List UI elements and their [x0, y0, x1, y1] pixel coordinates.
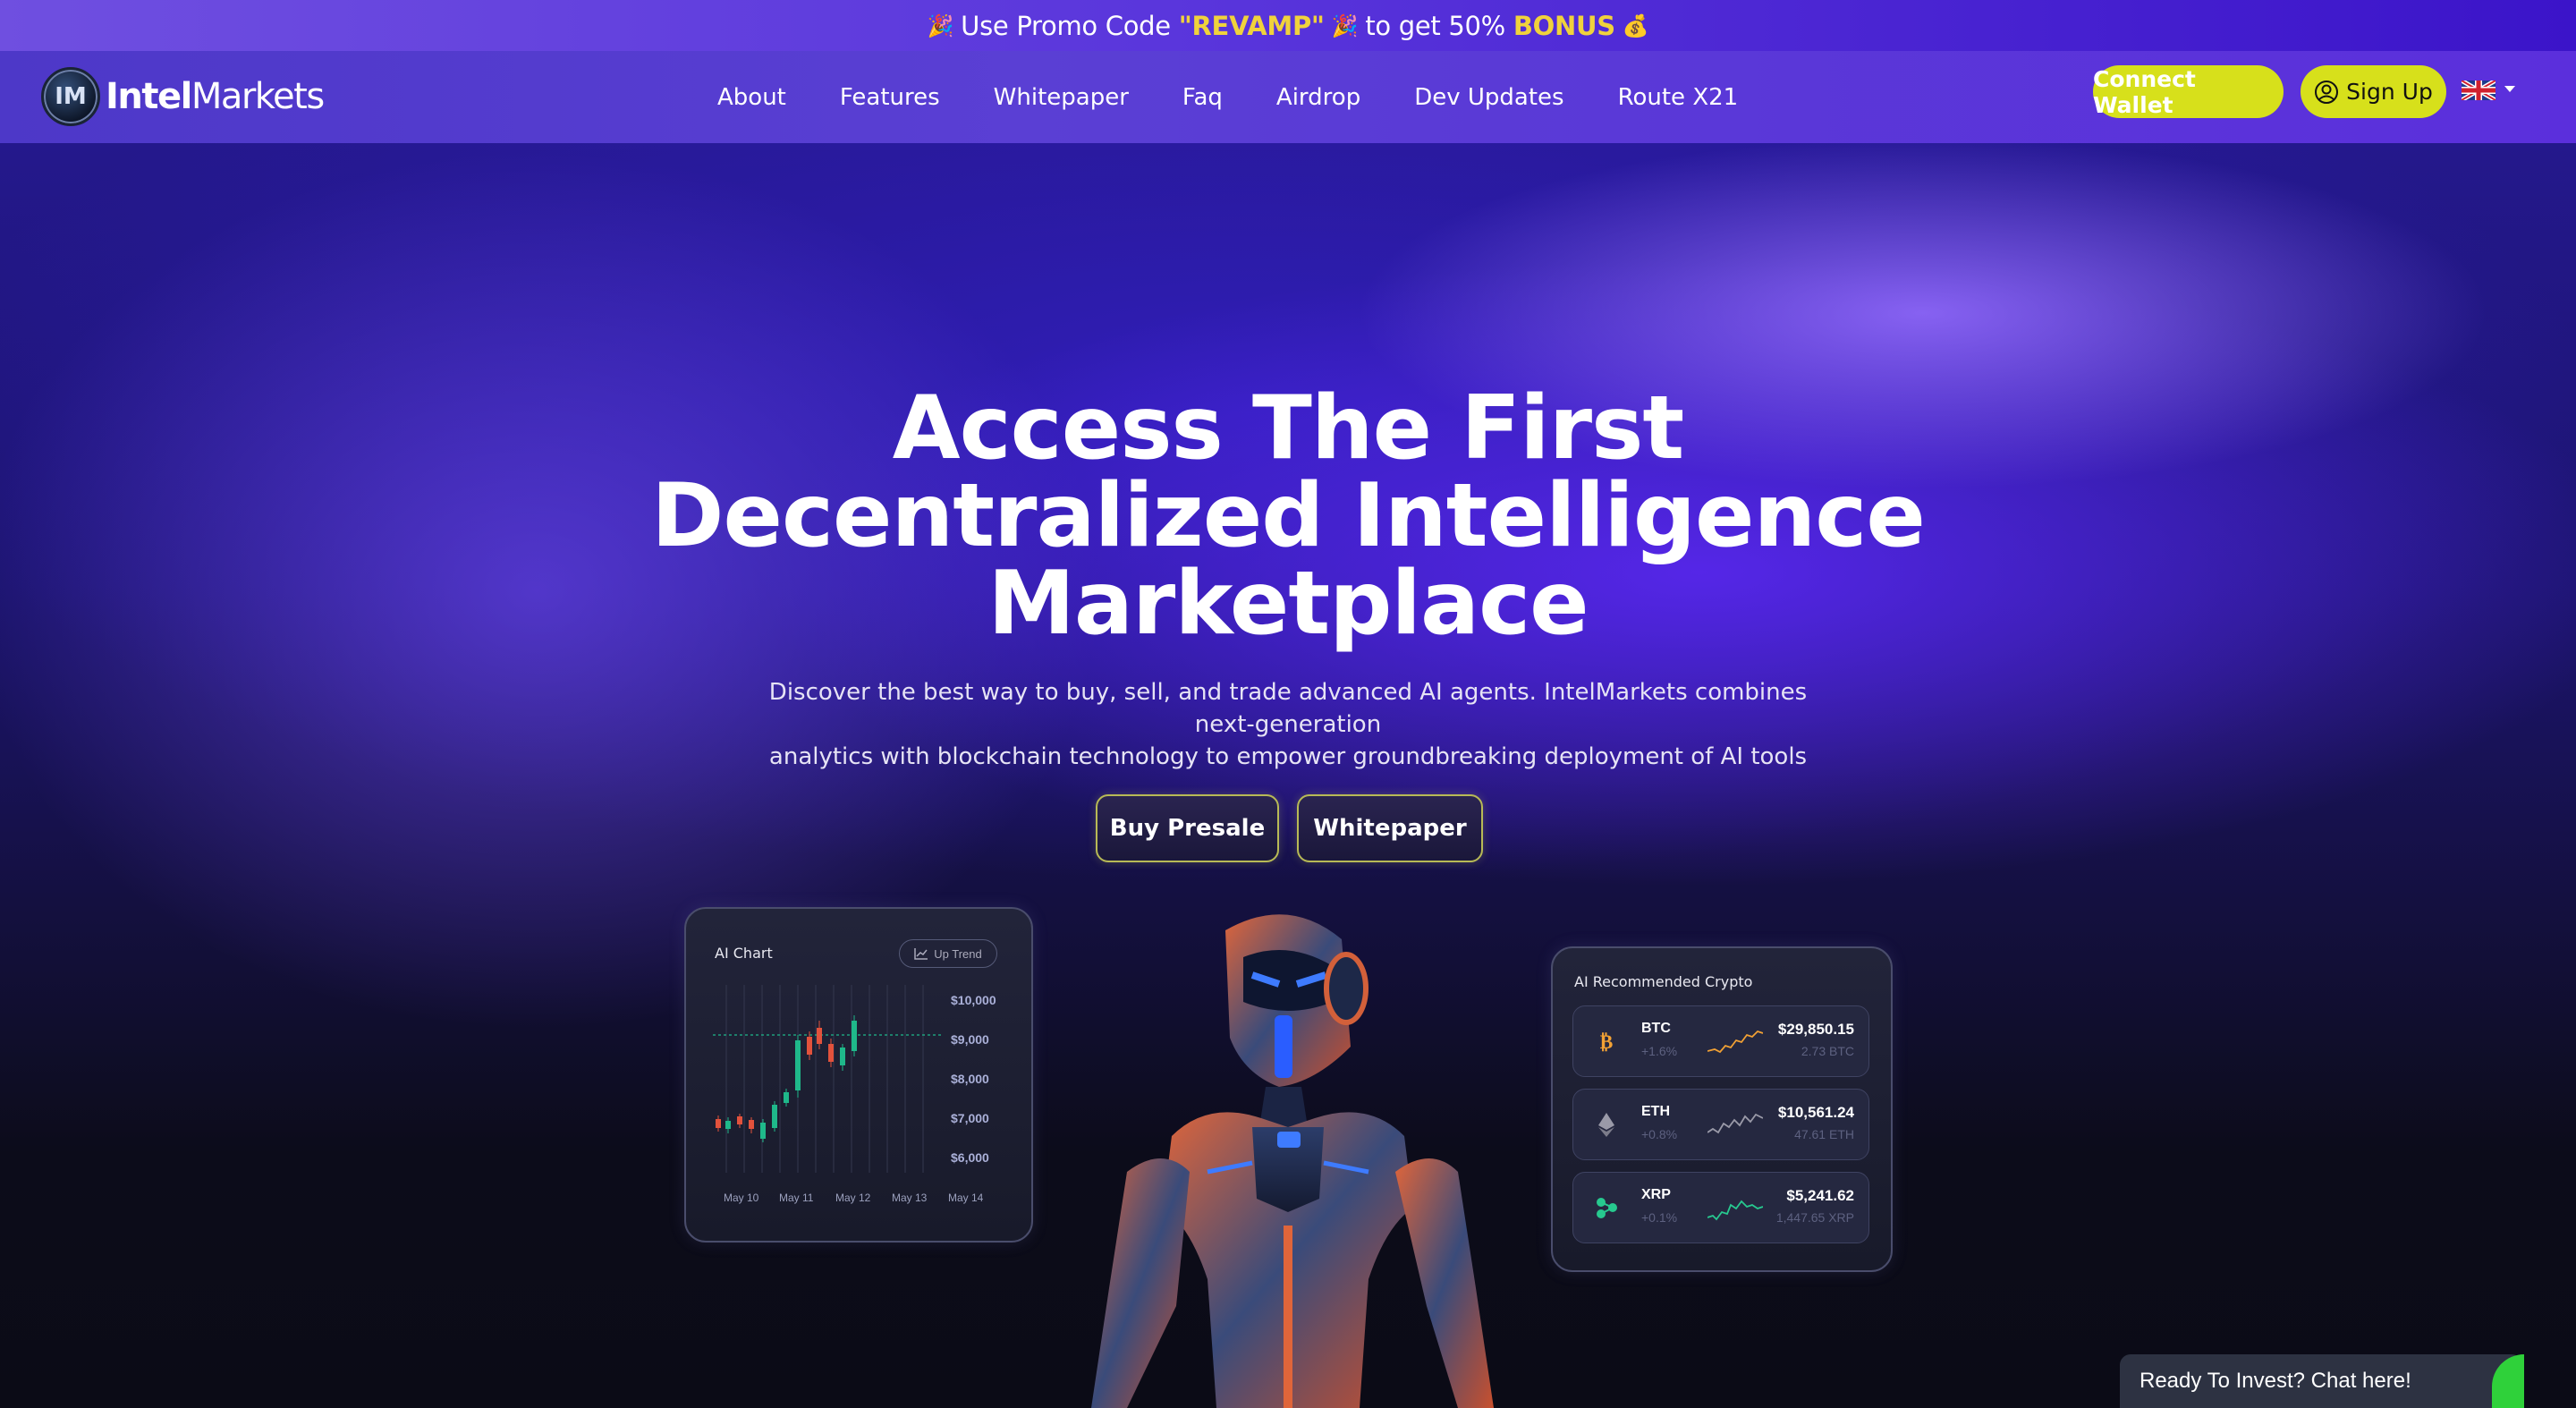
party-popper-icon: 🎉 [927, 13, 954, 38]
ai-crypto-title: AI Recommended Crypto [1574, 973, 1753, 990]
coin-symbol: XRP [1641, 1187, 1671, 1202]
whitepaper-button[interactable]: Whitepaper [1297, 794, 1483, 862]
ai-chart-title: AI Chart [715, 945, 773, 962]
x-tick-label: May 14 [948, 1192, 984, 1204]
sign-up-button[interactable]: Sign Up [2301, 65, 2446, 118]
coin-change: +0.1% [1641, 1210, 1678, 1225]
buy-presale-button[interactable]: Buy Presale [1096, 794, 1279, 862]
coin-price: $5,241.62 [1786, 1187, 1854, 1204]
coin-change: +1.6% [1641, 1044, 1678, 1058]
ethereum-icon [1598, 1113, 1614, 1137]
party-popper-icon: 🎉 [1331, 13, 1359, 38]
coin-row-eth[interactable]: ETH +0.8% $10,561.24 47.61 ETH [1572, 1089, 1869, 1160]
coin-row-xrp[interactable]: XRP +0.1% $5,241.62 1,447.65 XRP [1572, 1172, 1869, 1243]
chat-label: Ready To Invest? Chat here! [2140, 1369, 2411, 1393]
coin-symbol: ETH [1641, 1104, 1670, 1119]
sign-up-label: Sign Up [2346, 79, 2433, 105]
coin-price: $10,561.24 [1777, 1104, 1854, 1121]
coin-price: $29,850.15 [1777, 1021, 1854, 1038]
btc-sparkline [1707, 1030, 1763, 1054]
nav-dev-updates[interactable]: Dev Updates [1414, 84, 1563, 111]
money-bag-icon: 💰 [1622, 13, 1649, 38]
chat-widget-button[interactable]: Ready To Invest? Chat here! [2120, 1354, 2522, 1408]
hero-subtitle: Discover the best way to buy, sell, and … [768, 679, 1808, 770]
ai-recommended-crypto-card: AI Recommended Crypto ₿ BTC +1.6% $29,85… [1551, 946, 1893, 1272]
x-tick-label: May 10 [724, 1192, 759, 1204]
uk-flag-icon[interactable] [2462, 81, 2496, 100]
coin-holding: 47.61 ETH [1794, 1127, 1854, 1141]
nav-about[interactable]: About [717, 84, 786, 111]
up-trend-badge: Up Trend [899, 939, 997, 968]
xrp-icon [1597, 1198, 1617, 1218]
candlestick-chart [713, 985, 941, 1173]
coin-symbol: BTC [1641, 1021, 1671, 1036]
site-logo[interactable]: IM IntelMarkets [41, 67, 325, 126]
main-menu: About Features Whitepaper Faq Airdrop De… [717, 51, 1792, 143]
nav-features[interactable]: Features [840, 84, 940, 111]
x-tick-label: May 12 [835, 1192, 871, 1204]
nav-whitepaper[interactable]: Whitepaper [994, 84, 1129, 111]
y-tick-label: $6,000 [951, 1150, 989, 1165]
candles [716, 1015, 857, 1142]
trend-chart-icon [914, 948, 928, 960]
promo-banner: 🎉 Use Promo Code "REVAMP" 🎉 to get 50% B… [0, 0, 2576, 51]
hero-title: Access The First Decentralized Intellige… [651, 377, 1926, 655]
y-tick-label: $8,000 [951, 1072, 989, 1086]
nav-faq[interactable]: Faq [1182, 84, 1223, 111]
svg-text:₿: ₿ [1600, 1031, 1614, 1054]
ai-chart-card: AI Chart Up Trend $10,000 $9,000 $8,000 … [684, 907, 1033, 1243]
language-dropdown-caret-icon[interactable] [2504, 86, 2515, 92]
logo-wordmark: IntelMarkets [106, 76, 325, 117]
x-tick-label: May 11 [779, 1192, 814, 1204]
intelmarkets-logo-icon: IM [41, 67, 100, 126]
x-tick-label: May 13 [892, 1192, 928, 1204]
coin-holding: 1,447.65 XRP [1775, 1210, 1854, 1225]
coin-change: +0.8% [1641, 1127, 1678, 1141]
user-circle-icon [2315, 80, 2339, 104]
connect-wallet-button[interactable]: Connect Wallet [2093, 65, 2284, 118]
y-tick-label: $7,000 [951, 1111, 989, 1125]
coin-holding: 2.73 BTC [1801, 1044, 1854, 1058]
promo-prefix: Use Promo Code [961, 10, 1171, 41]
coin-row-btc[interactable]: ₿ BTC +1.6% $29,850.15 2.73 BTC [1572, 1005, 1869, 1077]
promo-bonus: BONUS [1513, 10, 1615, 41]
ai-robot-illustration [1091, 914, 1494, 1408]
xrp-sparkline [1707, 1200, 1763, 1221]
y-tick-label: $9,000 [951, 1032, 989, 1047]
nav-route-x21[interactable]: Route X21 [1618, 84, 1739, 111]
bitcoin-icon: ₿ [1600, 1031, 1614, 1054]
promo-code: "REVAMP" [1178, 10, 1325, 41]
promo-middle: to get 50% [1365, 10, 1505, 41]
y-tick-label: $10,000 [951, 993, 996, 1007]
nav-airdrop[interactable]: Airdrop [1276, 84, 1360, 111]
eth-sparkline [1707, 1113, 1763, 1134]
